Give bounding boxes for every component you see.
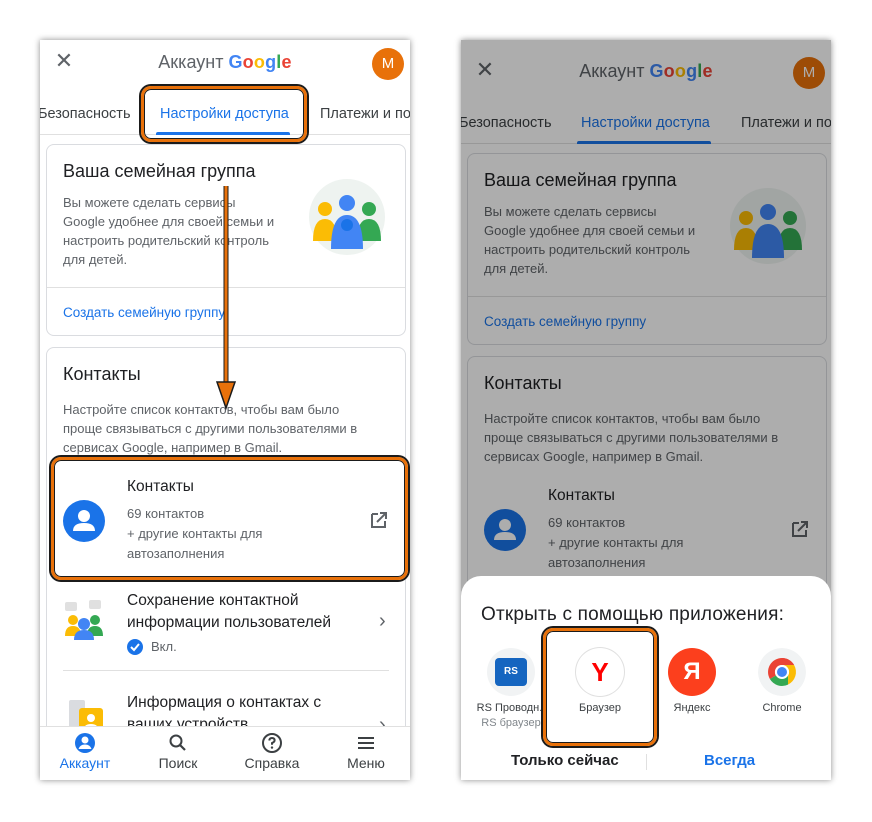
nav-help[interactable]: Справка [232, 731, 312, 771]
nav-search-label: Поиск [158, 755, 198, 771]
shared-contacts-icon [65, 600, 103, 640]
tab-payments[interactable]: Платежи и по [320, 106, 410, 122]
just-once-button[interactable]: Только сейчас [511, 752, 619, 769]
family-illustration-icon [309, 179, 385, 255]
chevron-right-icon: › [379, 610, 386, 632]
nav-menu-label: Меню [347, 755, 385, 771]
row-divider [63, 670, 389, 671]
highlight-browser-option [543, 628, 657, 746]
account-icon [75, 733, 95, 753]
search-icon [169, 734, 186, 751]
yandex-icon: Я [668, 648, 716, 696]
highlight-contacts-row [51, 457, 408, 580]
family-card-description: Вы можете сделать сервисы Google удобнее… [63, 193, 303, 269]
nav-help-label: Справка [244, 755, 300, 771]
google-logo: Google [228, 52, 292, 72]
check-circle-icon [127, 639, 143, 655]
contacts-card-title: Контакты [63, 364, 141, 384]
family-card-title: Ваша семейная группа [63, 161, 256, 181]
app-label: Chrome [762, 702, 802, 714]
app-label: Яндекс [673, 702, 711, 714]
account-title-text: Аккаунт [158, 52, 224, 72]
nav-menu[interactable]: Меню [326, 731, 406, 771]
app-option-chrome[interactable]: Chrome [737, 648, 827, 714]
save-row-title-line: Сохранение контактной [127, 592, 299, 609]
family-desc-line: настроить родительский контроль [63, 233, 269, 248]
create-family-group-link[interactable]: Создать семейную группу [63, 305, 225, 320]
top-bar: ✕ Аккаунт Google M [40, 40, 410, 86]
always-button[interactable]: Всегда [704, 752, 755, 769]
rs-explorer-icon: RS [487, 648, 535, 696]
tab-security[interactable]: Безопасность [40, 106, 131, 122]
save-contact-info-row[interactable]: Сохранение контактной информации пользов… [47, 584, 405, 664]
avatar[interactable]: M [372, 48, 404, 80]
device-row-title-line: Информация о контактах с [127, 694, 322, 711]
menu-icon [358, 737, 374, 749]
family-desc-line: Вы можете сделать сервисы [63, 195, 236, 210]
bottom-navigation: Аккаунт Поиск Справка Меню [40, 726, 410, 780]
family-desc-line: Google удобнее для своей семьи и [63, 214, 275, 229]
help-icon [262, 733, 282, 753]
save-row-title-line: информации пользователей [127, 614, 332, 631]
save-row-status: Вкл. [151, 639, 177, 654]
open-with-title: Открыть с помощью приложения: [481, 604, 785, 625]
family-desc-line: для детей. [63, 252, 128, 267]
chrome-icon [758, 648, 806, 696]
contacts-desc-line: сервисах Google, например в Gmail. [63, 440, 283, 455]
app-option-yandex[interactable]: Я Яндекс [647, 648, 737, 714]
button-separator [646, 754, 647, 770]
nav-account[interactable]: Аккаунт [45, 731, 125, 771]
nav-search[interactable]: Поиск [138, 731, 218, 771]
save-row-title: Сохранение контактной информации пользов… [127, 590, 331, 634]
highlight-access-tab [141, 86, 307, 142]
account-title: Аккаунт Google [40, 52, 410, 73]
phone-screen-left: ✕ Аккаунт Google M Безопасность Настройк… [40, 40, 410, 780]
arrow-down-icon [215, 186, 237, 410]
contacts-desc-line: проще связываться с другими пользователя… [63, 421, 358, 436]
nav-account-label: Аккаунт [59, 755, 111, 771]
